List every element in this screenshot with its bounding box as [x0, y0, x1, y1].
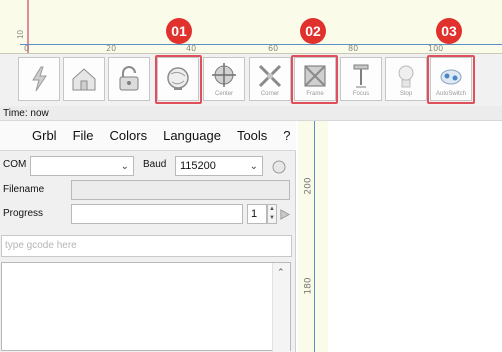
- progress-bar: [71, 204, 243, 224]
- baud-value: 115200: [180, 160, 216, 172]
- ruler-tick-label: 80: [348, 44, 359, 53]
- corner-star-icon: [258, 64, 282, 87]
- log-scrollbar[interactable]: ⌃: [272, 263, 290, 352]
- focus-icon: [353, 64, 369, 87]
- step-badge-02: 02: [300, 18, 326, 44]
- ruler-tick-label: 60: [268, 44, 279, 53]
- play-icon: [279, 208, 290, 220]
- unlock-button[interactable]: [108, 57, 150, 101]
- connect-icon[interactable]: [270, 158, 288, 176]
- ruler-tick-label: 20: [106, 44, 117, 53]
- drawing-canvas[interactable]: 10 0 20 40 60 80 100: [0, 0, 502, 54]
- filename-field: [71, 180, 290, 200]
- menu-colors[interactable]: Colors: [110, 128, 148, 143]
- menu-grbl[interactable]: Grbl: [32, 128, 57, 143]
- ruler-tick-label: 100: [428, 44, 444, 53]
- chevron-down-icon: ⌄: [249, 160, 258, 172]
- grbl-panel: Grbl File Colors Language Tools ? COM ⌄ …: [0, 121, 296, 352]
- button-caption: Stop: [399, 90, 413, 97]
- ruler-tick-label: 40: [186, 44, 197, 53]
- unlock-icon: [119, 66, 139, 91]
- corner-button[interactable]: Corner: [249, 57, 291, 101]
- laser-bolt-icon: [32, 66, 47, 92]
- stop-button[interactable]: Stop: [385, 57, 427, 101]
- gcode-input[interactable]: type gcode here: [1, 235, 292, 257]
- home-button[interactable]: [63, 57, 105, 101]
- time-label: Time:: [3, 108, 28, 119]
- console-log[interactable]: ⌃: [1, 262, 291, 352]
- baud-label: Baud: [143, 159, 167, 170]
- chevron-down-icon: ⌄: [120, 160, 129, 172]
- highlight-02: [291, 55, 338, 104]
- ruler-tick-label: 180: [303, 277, 314, 295]
- focus-button[interactable]: Focus: [340, 57, 382, 101]
- com-select[interactable]: ⌄: [30, 156, 134, 176]
- copies-stepper[interactable]: ▲ ▼: [267, 204, 277, 224]
- menu-language[interactable]: Language: [163, 128, 221, 143]
- button-caption: Corner: [260, 90, 280, 97]
- menu-bar: Grbl File Colors Language Tools ?: [0, 121, 296, 151]
- highlight-03: [427, 55, 475, 104]
- baud-select[interactable]: 115200 ⌄: [175, 156, 263, 176]
- canvas-area: [328, 121, 502, 352]
- stop-icon: [398, 65, 414, 87]
- button-caption: Focus: [352, 90, 370, 97]
- vertical-ruler: 200 180: [298, 121, 328, 352]
- time-status: Time: now: [0, 106, 502, 121]
- ruler-tick-label: 0: [24, 44, 30, 53]
- time-value: now: [30, 108, 49, 119]
- progress-label: Progress: [3, 208, 44, 219]
- scroll-up-icon[interactable]: ⌃: [277, 267, 285, 278]
- run-program-button[interactable]: [277, 204, 291, 224]
- highlight-01: [155, 55, 202, 104]
- laser-button[interactable]: [18, 57, 60, 101]
- ruler-side-label: 10: [15, 30, 25, 39]
- ruler-tick-label: 200: [303, 177, 314, 195]
- vertical-ruler-axis: [314, 121, 315, 352]
- step-badge-03: 03: [436, 18, 462, 44]
- copies-value: 1: [251, 208, 258, 220]
- copies-input[interactable]: 1: [247, 204, 267, 224]
- center-target-icon: [212, 62, 236, 87]
- com-label: COM: [3, 159, 27, 170]
- home-icon: [72, 68, 96, 91]
- button-caption: Center: [214, 90, 233, 97]
- menu-tools[interactable]: Tools: [237, 128, 267, 143]
- step-badge-01: 01: [166, 18, 192, 44]
- center-button[interactable]: Center: [203, 57, 245, 101]
- filename-label: Filename: [3, 184, 45, 195]
- menu-help[interactable]: ?: [283, 128, 290, 143]
- menu-file[interactable]: File: [73, 128, 94, 143]
